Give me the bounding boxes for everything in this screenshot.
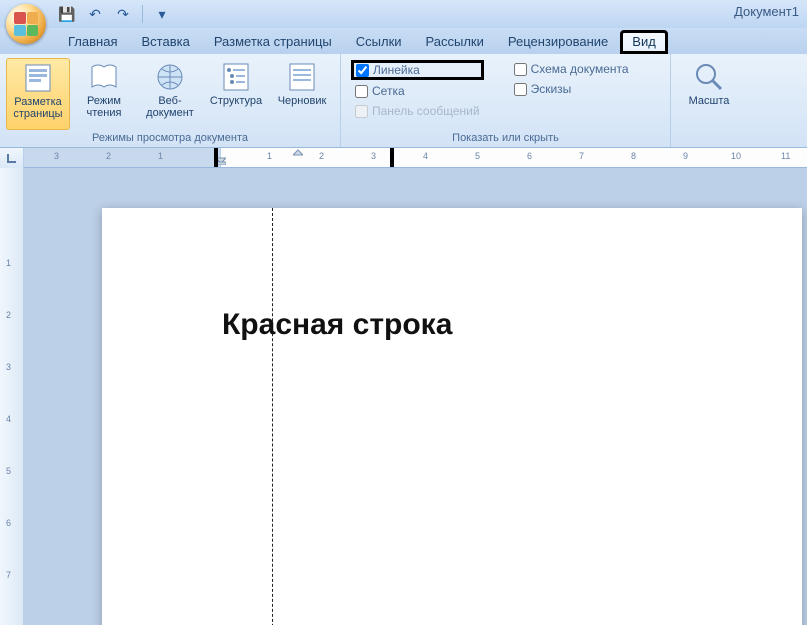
redo-button[interactable]: ↷ [112, 3, 134, 25]
web-layout-button[interactable]: Веб-документ [138, 58, 202, 130]
ribbon: Разметка страницы Режим чтения Веб-докум… [0, 54, 807, 148]
document-map-checkbox-label: Схема документа [531, 62, 629, 76]
tab-selector[interactable] [0, 148, 24, 168]
message-bar-checkbox-row[interactable]: Панель сообщений [351, 102, 484, 120]
ruler-tick: 4 [423, 151, 428, 161]
undo-button[interactable]: ↶ [84, 3, 106, 25]
tab-references[interactable]: Ссылки [344, 30, 414, 54]
group-show-hide: Линейка Сетка Панель сообщений Схема док… [341, 54, 671, 147]
undo-icon: ↶ [89, 6, 101, 23]
ruler-checkbox[interactable] [356, 64, 369, 77]
web-icon [154, 61, 186, 93]
reading-icon [88, 61, 120, 93]
group-zoom-label [677, 130, 741, 145]
zoom-button[interactable]: Масшта [677, 58, 741, 130]
ruler-tick: 8 [631, 151, 636, 161]
ruler-tick: 11 [781, 151, 790, 161]
outline-icon [220, 61, 252, 93]
vruler-tick: 2 [6, 310, 11, 320]
outline-label: Структура [210, 95, 262, 107]
vruler-tick: 5 [6, 466, 11, 476]
ruler-row: 3 2 1 1 2 3 4 5 6 7 8 9 10 11 12 13 14 [0, 148, 807, 168]
ruler-tick: 1 [158, 151, 163, 161]
ruler-tick: 3 [54, 151, 59, 161]
ruler-tick: 2 [319, 151, 324, 161]
tab-view[interactable]: Вид [620, 30, 668, 54]
ruler-tick: 1 [267, 151, 272, 161]
tab-insert[interactable]: Вставка [129, 30, 201, 54]
chevron-down-icon: ▾ [158, 6, 165, 23]
vruler-tick: 4 [6, 414, 11, 424]
vruler-tick: 3 [6, 362, 11, 372]
document-map-checkbox[interactable] [514, 63, 527, 76]
ruler-tick: 10 [731, 151, 741, 161]
group-show-hide-label: Показать или скрыть [347, 130, 664, 145]
office-logo-icon [14, 12, 38, 36]
vertical-ruler[interactable]: 1 2 3 4 5 6 7 [0, 168, 24, 625]
save-icon: 💾 [58, 6, 75, 23]
vruler-tick: 1 [6, 258, 11, 268]
ruler-tick: 2 [106, 151, 111, 161]
tab-mailings[interactable]: Рассылки [414, 30, 496, 54]
tab-page-layout[interactable]: Разметка страницы [202, 30, 344, 54]
ribbon-tabs: Главная Вставка Разметка страницы Ссылки… [0, 28, 807, 54]
left-indent-marker[interactable] [216, 149, 226, 165]
save-button[interactable]: 💾 [56, 3, 78, 25]
workspace: 1 2 3 4 5 6 7 Красная строка [0, 168, 807, 625]
ruler-tick: 5 [475, 151, 480, 161]
message-bar-checkbox-label: Панель сообщений [372, 104, 480, 118]
gridlines-checkbox-row[interactable]: Сетка [351, 82, 484, 100]
ruler-checkbox-label: Линейка [373, 63, 420, 77]
ruler-tick: 6 [527, 151, 532, 161]
group-document-views: Разметка страницы Режим чтения Веб-докум… [0, 54, 341, 147]
thumbnails-checkbox[interactable] [514, 83, 527, 96]
vruler-tick: 7 [6, 570, 11, 580]
page[interactable]: Красная строка [102, 208, 802, 625]
draft-icon [286, 61, 318, 93]
print-layout-label: Разметка страницы [13, 96, 62, 120]
print-layout-icon [22, 62, 54, 94]
first-line-indent-marker[interactable] [293, 149, 303, 165]
gridlines-checkbox-label: Сетка [372, 84, 405, 98]
tab-home[interactable]: Главная [56, 30, 129, 54]
ruler-checkbox-row[interactable]: Линейка [351, 60, 484, 80]
qat-customize-button[interactable]: ▾ [151, 3, 173, 25]
print-layout-button[interactable]: Разметка страницы [6, 58, 70, 130]
thumbnails-checkbox-row[interactable]: Эскизы [510, 80, 633, 98]
magnifier-icon [693, 61, 725, 93]
horizontal-ruler[interactable]: 3 2 1 1 2 3 4 5 6 7 8 9 10 11 12 13 14 [24, 148, 807, 167]
document-text[interactable]: Красная строка [222, 308, 452, 342]
group-document-views-label: Режимы просмотра документа [6, 130, 334, 145]
draft-label: Черновик [278, 95, 327, 107]
tab-review[interactable]: Рецензирование [496, 30, 620, 54]
quick-access-toolbar: 💾 ↶ ↷ ▾ [56, 0, 173, 28]
thumbnails-checkbox-label: Эскизы [531, 82, 572, 96]
message-bar-checkbox[interactable] [355, 105, 368, 118]
gridlines-checkbox[interactable] [355, 85, 368, 98]
qat-separator [142, 5, 143, 23]
group-zoom: Масшта [671, 54, 747, 147]
outline-button[interactable]: Структура [204, 58, 268, 130]
vruler-tick: 6 [6, 518, 11, 528]
zoom-label: Масшта [689, 95, 730, 107]
ruler-tick: 9 [683, 151, 688, 161]
draft-button[interactable]: Черновик [270, 58, 334, 130]
document-map-checkbox-row[interactable]: Схема документа [510, 60, 633, 78]
tab-stop-icon [6, 152, 18, 164]
reading-label: Режим чтения [87, 95, 122, 119]
office-button[interactable] [6, 4, 46, 44]
document-area[interactable]: Красная строка [24, 168, 807, 625]
ruler-tick: 7 [579, 151, 584, 161]
ruler-tick: 3 [371, 151, 376, 161]
reading-layout-button[interactable]: Режим чтения [72, 58, 136, 130]
title-bar: 💾 ↶ ↷ ▾ Документ1 [0, 0, 807, 28]
redo-icon: ↷ [117, 6, 129, 23]
document-title: Документ1 [734, 4, 799, 19]
web-label: Веб-документ [140, 95, 200, 119]
indent-guide-line [272, 208, 273, 625]
